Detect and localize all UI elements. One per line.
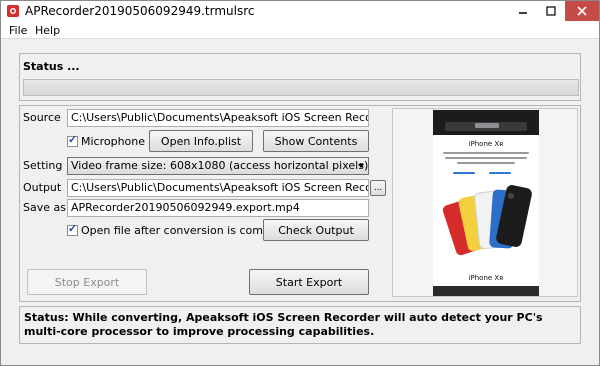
menu-help[interactable]: Help — [35, 24, 60, 37]
maximize-button[interactable] — [537, 1, 565, 21]
video-preview: iPhone Xʀ iPhone Xʀ — [392, 108, 578, 297]
title-bar[interactable]: APRecorder20190506092949.trmulsrc — [1, 1, 599, 22]
iphone-xr-image — [442, 185, 532, 256]
app-window: APRecorder20190506092949.trmulsrc File H… — [0, 0, 600, 366]
status-panel: Status: While converting, Apeaksoft iOS … — [19, 306, 581, 344]
preview-text-line — [445, 157, 527, 159]
preview-frame: iPhone Xʀ iPhone Xʀ — [433, 110, 539, 296]
start-export-button[interactable]: Start Export — [249, 269, 369, 295]
preview-link — [489, 172, 511, 174]
open-info-plist-button[interactable]: Open Info.plist — [149, 130, 253, 152]
open-after-conversion-label[interactable]: Open file after conversion is complete — [81, 224, 291, 237]
microphone-checkbox[interactable]: ✓ — [67, 134, 78, 147]
output-label: Output — [23, 181, 62, 194]
preview-browser-bar — [433, 110, 539, 135]
checkmark-icon: ✓ — [68, 223, 78, 235]
minimize-icon — [519, 12, 527, 14]
setting-select-value: Video frame size: 608x1080 (access horiz… — [71, 159, 369, 172]
microphone-label[interactable]: Microphone — [81, 135, 145, 148]
close-button[interactable] — [565, 1, 599, 21]
close-icon — [577, 6, 587, 16]
maximize-icon — [546, 6, 556, 16]
preview-text-line — [457, 162, 515, 164]
stop-export-button[interactable]: Stop Export — [27, 269, 147, 295]
source-field[interactable]: C:\Users\Public\Documents\Apeaksoft iOS … — [67, 109, 369, 127]
menu-bar: File Help — [1, 22, 599, 39]
app-icon — [6, 4, 20, 18]
status-message: Status: While converting, Apeaksoft iOS … — [24, 311, 543, 338]
check-output-button[interactable]: Check Output — [263, 219, 369, 241]
dropdown-arrow-icon — [358, 164, 364, 168]
preview-link — [453, 172, 475, 174]
save-as-field[interactable]: APRecorder20190506092949.export.mp4 — [67, 199, 369, 217]
output-field[interactable]: C:\Users\Public\Documents\Apeaksoft iOS … — [67, 179, 369, 197]
browse-button[interactable]: ... — [370, 180, 386, 196]
checkmark-icon: ✓ — [68, 134, 78, 146]
preview-heading-bottom: iPhone Xʀ — [468, 274, 504, 282]
window-title: APRecorder20190506092949.trmulsrc — [25, 4, 255, 18]
setting-label: Setting — [23, 159, 63, 172]
minimize-button[interactable] — [509, 1, 537, 21]
open-after-conversion-checkbox[interactable]: ✓ — [67, 223, 78, 236]
save-as-label: Save as — [23, 201, 66, 214]
status-label: Status ... — [23, 60, 80, 73]
conversion-progress-bar — [23, 79, 579, 96]
preview-heading-top: iPhone Xʀ — [468, 140, 504, 148]
source-label: Source — [23, 111, 61, 124]
menu-file[interactable]: File — [9, 24, 27, 37]
preview-text-line — [443, 152, 529, 154]
preview-url-bar — [445, 122, 527, 131]
preview-browser-toolbar — [433, 286, 539, 296]
setting-select[interactable]: Video frame size: 608x1080 (access horiz… — [67, 157, 369, 175]
show-contents-button[interactable]: Show Contents — [263, 130, 369, 152]
